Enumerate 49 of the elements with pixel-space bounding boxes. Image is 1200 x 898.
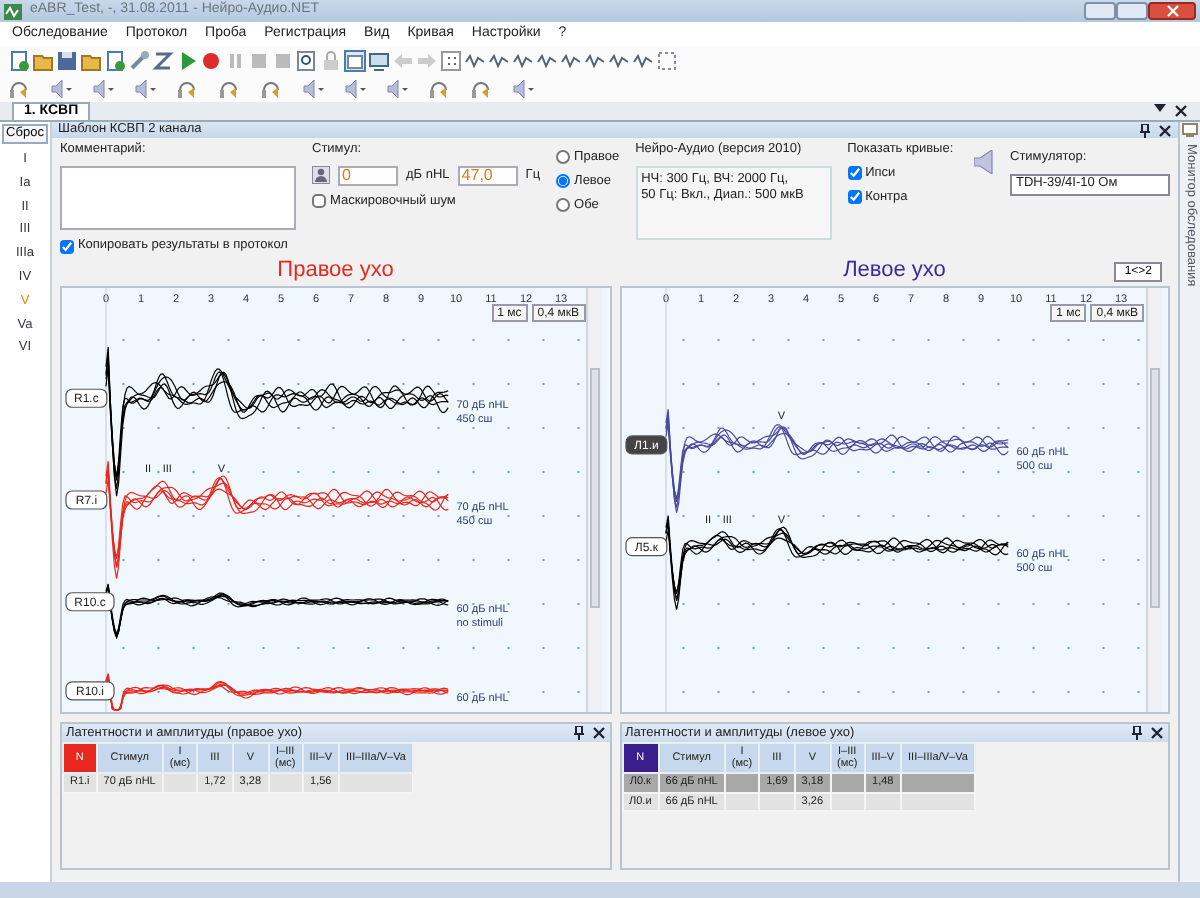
- close-icon[interactable]: [591, 726, 605, 740]
- wave-icon[interactable]: [536, 49, 558, 71]
- comment-field[interactable]: [60, 165, 296, 231]
- wave-icon[interactable]: [464, 49, 486, 71]
- close-icon[interactable]: [1174, 104, 1188, 118]
- wave-icon[interactable]: [488, 49, 510, 71]
- selection-icon[interactable]: [656, 49, 678, 71]
- minimize-button[interactable]: [1084, 2, 1116, 20]
- close-icon[interactable]: [1150, 726, 1164, 740]
- zigzag-icon[interactable]: [152, 49, 174, 71]
- wave-icon[interactable]: [560, 49, 582, 71]
- checkbox[interactable]: [847, 189, 862, 204]
- maximize-button[interactable]: [1116, 2, 1148, 20]
- pin-icon[interactable]: [1132, 726, 1142, 740]
- wave-icon[interactable]: [584, 49, 606, 71]
- checkbox[interactable]: [847, 166, 862, 181]
- checkbox[interactable]: [60, 239, 74, 254]
- close-icon[interactable]: [1158, 123, 1172, 137]
- speaker-icon[interactable]: [134, 77, 160, 99]
- grid-icon[interactable]: [440, 49, 462, 71]
- radio-button[interactable]: [556, 150, 571, 165]
- speaker-icon[interactable]: [50, 77, 76, 99]
- radio-button[interactable]: [556, 174, 571, 189]
- speaker-icon[interactable]: [512, 77, 538, 99]
- speaker-icon[interactable]: [302, 77, 328, 99]
- pin-icon[interactable]: [573, 726, 583, 740]
- monitor-icon: [1182, 122, 1198, 138]
- radio-button[interactable]: [556, 197, 571, 212]
- speaker-icon: [974, 150, 994, 174]
- floppy-icon[interactable]: [56, 49, 78, 71]
- wave-icon[interactable]: [608, 49, 630, 71]
- document-icon[interactable]: [104, 49, 126, 71]
- chart-title: Правое ухо: [277, 258, 394, 286]
- scrollbar[interactable]: [586, 288, 602, 712]
- document-icon[interactable]: [8, 49, 30, 71]
- speaker-icon[interactable]: [344, 77, 370, 99]
- scrollbar[interactable]: [1145, 288, 1161, 712]
- close-button[interactable]: [1148, 2, 1196, 20]
- speaker-icon[interactable]: [386, 77, 412, 99]
- pin-icon[interactable]: [1140, 123, 1150, 137]
- chart-title: Левое ухо: [843, 258, 946, 286]
- speaker-icon[interactable]: [92, 77, 118, 99]
- wave-icon[interactable]: [512, 49, 534, 71]
- record-icon[interactable]: [200, 49, 222, 71]
- checkbox[interactable]: [312, 194, 326, 209]
- person-icon[interactable]: [312, 166, 330, 185]
- monitor-icon[interactable]: [368, 49, 390, 71]
- window-icon[interactable]: [344, 49, 366, 71]
- wave-icon[interactable]: [632, 49, 654, 71]
